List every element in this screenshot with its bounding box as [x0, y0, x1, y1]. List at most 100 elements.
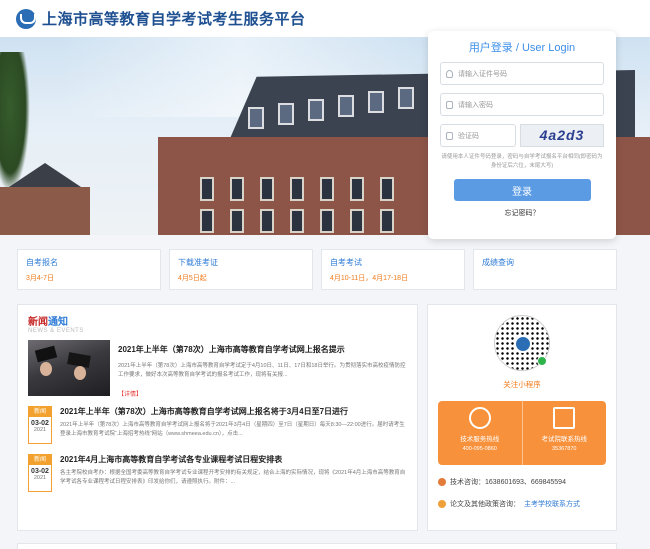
- news-item-title[interactable]: 2021年4月上海市高等教育自学考试各专业课程考试日程安排表: [60, 454, 407, 465]
- quick-card-title: 自考考试: [330, 258, 362, 267]
- quick-card-date: 4月10-11日，4月17-18日: [330, 275, 409, 282]
- exam-hotline[interactable]: 考试院联系热线 35367870: [521, 401, 607, 465]
- service-sidebar: 关注小程序 技术服务热线 400-095-0860 考试院联系热线 353678…: [427, 304, 617, 531]
- banner-dormer: [278, 103, 294, 125]
- login-panel: 用户登录 / User Login 请输入证件号码 请输入密码 验证码 4a2d…: [428, 31, 616, 239]
- news-date-md: 03-02: [31, 420, 49, 427]
- phone-icon: [438, 500, 446, 508]
- news-heading-red: 新闻: [28, 317, 48, 328]
- policy-consult: 论文及其他政策咨询： 主考学校联系方式: [438, 499, 606, 509]
- password-placeholder: 请输入密码: [458, 101, 493, 109]
- news-date-badge: 新闻 03-02 2021: [28, 406, 52, 444]
- banner-window: [290, 177, 304, 201]
- site-logo-icon: [16, 8, 36, 29]
- password-field[interactable]: 请输入密码: [440, 93, 604, 116]
- login-title: 用户登录 / User Login: [468, 42, 576, 54]
- tech-hotline-number: 400-095-0860: [462, 446, 497, 452]
- banner-window: [260, 209, 274, 233]
- banner-dormer: [398, 87, 414, 109]
- news-item[interactable]: 新闻 03-02 2021 2021年4月上海市高等教育自学考试各专业课程考试日…: [28, 454, 407, 492]
- banner-window: [200, 177, 214, 201]
- banner-window: [380, 209, 394, 233]
- exam-hotline-number: 35367870: [552, 446, 577, 452]
- detail-link[interactable]: 【详情】: [118, 389, 407, 398]
- news-item-desc: 各主考院校自考办：根据全国考委高等教育自学考试专业课程开考安排的有关规定，结合上…: [60, 470, 406, 485]
- tech-hotline[interactable]: 技术服务热线 400-095-0860: [438, 401, 522, 465]
- school-contact-link[interactable]: 主考学校联系方式: [524, 499, 580, 509]
- quick-card-score-query[interactable]: 成绩查询: [473, 249, 617, 290]
- banner-small-building: [0, 187, 90, 235]
- quick-card-date: 3月4-7日: [26, 275, 55, 282]
- lock-icon: [446, 100, 453, 109]
- news-date-badge: 新闻 03-02 2021: [28, 454, 52, 492]
- news-item-body: 2021年4月上海市高等教育自学考试各专业课程考试日程安排表 各主考院校自考办：…: [60, 454, 407, 492]
- policy-consult-prefix: 论文及其他政策咨询：: [450, 501, 520, 508]
- banner-dormer: [248, 107, 264, 129]
- mini-program-qr-code: [494, 315, 550, 371]
- featured-news-desc: 2021年上半年（第78次）上海市高等教育自学考试定于4月10日、11日、17日…: [118, 363, 406, 378]
- headset-icon: [468, 407, 491, 429]
- news-heading: 新闻通知: [28, 313, 407, 328]
- news-item-body: 2021年上半年（第78次）上海市高等教育自学考试网上报名将于3月4日至7日进行…: [60, 406, 407, 444]
- news-section: 新闻通知 NEWS & EVENTS 2021年上半年（第78次）上海市高等教育…: [17, 304, 418, 531]
- id-number-field[interactable]: 请输入证件号码: [440, 62, 604, 85]
- graduate-face: [74, 366, 86, 380]
- site-title[interactable]: 上海市高等教育自学考试考生服务平台: [42, 8, 306, 29]
- news-item-title[interactable]: 2021年上半年（第78次）上海市高等教育自学考试网上报名将于3月4日至7日进行: [60, 406, 407, 417]
- exam-hotline-label: 考试院联系热线: [541, 436, 588, 443]
- lock-icon: [446, 131, 453, 140]
- news-heading-blue: 通知: [48, 317, 68, 328]
- captcha-row: 验证码 4a2d3: [440, 124, 604, 147]
- banner-window: [320, 209, 334, 233]
- banner-tree: [0, 52, 30, 192]
- banner-dormer: [308, 99, 324, 121]
- quick-card-title: 自考报名: [26, 258, 58, 267]
- person-icon: [438, 478, 446, 486]
- banner-dormer: [338, 95, 354, 117]
- id-number-placeholder: 请输入证件号码: [458, 70, 507, 78]
- news-heading-en: NEWS & EVENTS: [28, 328, 84, 334]
- featured-news[interactable]: 2021年上半年（第78次）上海市高等教育自学考试网上报名提示 2021年上半年…: [28, 340, 407, 398]
- quick-card-exam[interactable]: 自考考试 4月10-11日，4月17-18日: [321, 249, 465, 290]
- bottom-panel: [17, 543, 617, 549]
- quick-card-title: 成绩查询: [482, 258, 514, 267]
- quick-links: 自考报名 3月4-7日 下载准考证 4月5日起 自考考试 4月10-11日，4月…: [17, 249, 617, 290]
- mini-program-label[interactable]: 关注小程序: [438, 379, 606, 390]
- login-button[interactable]: 登录: [453, 179, 591, 201]
- news-badge-label: 新闻: [29, 407, 51, 417]
- hotline-panel: 技术服务热线 400-095-0860 考试院联系热线 35367870: [438, 401, 606, 465]
- wechat-icon: [537, 356, 547, 366]
- banner-window: [230, 209, 244, 233]
- news-date-year: 2021: [33, 427, 47, 433]
- news-badge-label: 新闻: [29, 455, 51, 465]
- banner-window: [200, 209, 214, 233]
- quick-card-title: 下载准考证: [178, 258, 218, 267]
- qr-logo-icon: [514, 335, 532, 353]
- captcha-placeholder: 验证码: [458, 132, 479, 140]
- building-icon: [553, 407, 576, 429]
- news-item-desc: 2021年上半年（第78次）上海市高等教育自学考试网上报名将于2021年3月4日…: [60, 422, 405, 437]
- quick-card-registration[interactable]: 自考报名 3月4-7日: [17, 249, 161, 290]
- featured-news-image[interactable]: [28, 340, 110, 396]
- tech-consult-text: 技术咨询：1638601693、669845594: [450, 479, 566, 486]
- news-date-year: 2021: [33, 475, 47, 481]
- forgot-password-link[interactable]: 忘记密码？: [440, 208, 604, 218]
- captcha-field[interactable]: 验证码: [440, 124, 516, 147]
- quick-card-date: 4月5日起: [178, 275, 207, 282]
- quick-card-admission-ticket[interactable]: 下载准考证 4月5日起: [169, 249, 313, 290]
- featured-news-body: 2021年上半年（第78次）上海市高等教育自学考试网上报名提示 2021年上半年…: [118, 340, 407, 398]
- banner-dormer: [368, 91, 384, 113]
- graduation-cap: [34, 345, 58, 363]
- login-tip: 请使用本人证件号码登录，密码与自学考试报名平台相同(即密码为身份证后六位，末尾大…: [441, 154, 603, 169]
- news-item[interactable]: 新闻 03-02 2021 2021年上半年（第78次）上海市高等教育自学考试网…: [28, 406, 407, 444]
- banner-window: [290, 209, 304, 233]
- tech-hotline-label: 技术服务热线: [460, 436, 500, 443]
- banner-window: [380, 177, 394, 201]
- banner-window: [350, 177, 364, 201]
- featured-news-title[interactable]: 2021年上半年（第78次）上海市高等教育自学考试网上报名提示: [118, 344, 407, 355]
- banner-window: [320, 177, 334, 201]
- banner-window: [260, 177, 274, 201]
- captcha-image[interactable]: 4a2d3: [520, 124, 604, 147]
- banner-window: [350, 209, 364, 233]
- tech-consult: 技术咨询：1638601693、669845594: [438, 477, 606, 487]
